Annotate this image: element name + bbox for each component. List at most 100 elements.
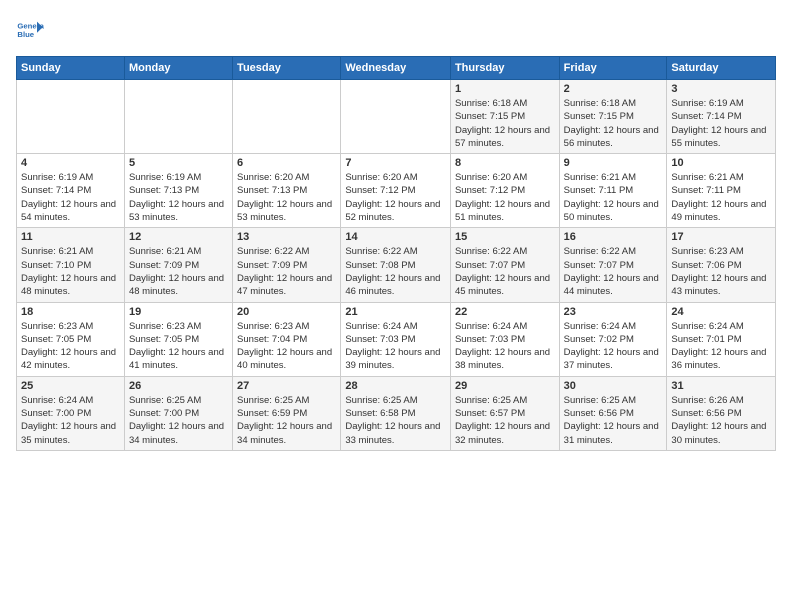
day-number: 4 (21, 157, 120, 169)
calendar-cell: 24 Sunrise: 6:24 AM Sunset: 7:01 PM Dayli… (667, 302, 776, 376)
calendar-cell: 29 Sunrise: 6:25 AM Sunset: 6:57 PM Dayli… (450, 376, 559, 450)
calendar-cell: 8Sunrise: 6:20 AM Sunset: 7:12 PM Daylig… (450, 154, 559, 228)
day-number: 30 (564, 380, 663, 392)
calendar-cell: 3Sunrise: 6:19 AM Sunset: 7:14 PM Daylig… (667, 80, 776, 154)
day-number: 17 (671, 231, 771, 243)
calendar-cell: 18 Sunrise: 6:23 AM Sunset: 7:05 PM Dayli… (17, 302, 125, 376)
day-number: 19 (129, 306, 228, 318)
calendar-cell: 27 Sunrise: 6:25 AM Sunset: 6:59 PM Dayli… (233, 376, 341, 450)
day-info: Sunrise: 6:20 AM Sunset: 7:12 PM Dayligh… (345, 171, 446, 224)
day-number: 2 (564, 83, 663, 95)
calendar-cell: 13 Sunrise: 6:22 AM Sunset: 7:09 PM Dayli… (233, 228, 341, 302)
day-info: Sunrise: 6:21 AM Sunset: 7:11 PM Dayligh… (671, 171, 771, 224)
day-number: 24 (671, 306, 771, 318)
calendar-cell (233, 80, 341, 154)
day-number: 9 (564, 157, 663, 169)
day-info: Sunrise: 6:24 AM Sunset: 7:03 PM Dayligh… (345, 320, 446, 373)
calendar-cell: 28 Sunrise: 6:25 AM Sunset: 6:58 PM Dayli… (341, 376, 451, 450)
day-number: 12 (129, 231, 228, 243)
calendar-cell (341, 80, 451, 154)
day-info: Sunrise: 6:25 AM Sunset: 6:59 PM Dayligh… (237, 394, 336, 447)
weekday-header-thursday: Thursday (450, 57, 559, 80)
day-number: 18 (21, 306, 120, 318)
calendar-cell: 15 Sunrise: 6:22 AM Sunset: 7:07 PM Dayli… (450, 228, 559, 302)
weekday-header-saturday: Saturday (667, 57, 776, 80)
day-info: Sunrise: 6:23 AM Sunset: 7:05 PM Dayligh… (129, 320, 228, 373)
calendar-cell: 17 Sunrise: 6:23 AM Sunset: 7:06 PM Dayli… (667, 228, 776, 302)
calendar-week-4: 18 Sunrise: 6:23 AM Sunset: 7:05 PM Dayli… (17, 302, 776, 376)
day-info: Sunrise: 6:23 AM Sunset: 7:06 PM Dayligh… (671, 245, 771, 298)
day-number: 21 (345, 306, 446, 318)
day-info: Sunrise: 6:24 AM Sunset: 7:01 PM Dayligh… (671, 320, 771, 373)
day-number: 31 (671, 380, 771, 392)
calendar-cell: 30 Sunrise: 6:25 AM Sunset: 6:56 PM Dayli… (559, 376, 667, 450)
day-info: Sunrise: 6:25 AM Sunset: 7:00 PM Dayligh… (129, 394, 228, 447)
day-info: Sunrise: 6:26 AM Sunset: 6:56 PM Dayligh… (671, 394, 771, 447)
day-info: Sunrise: 6:25 AM Sunset: 6:57 PM Dayligh… (455, 394, 555, 447)
calendar-week-5: 25Sunrise: 6:24 AM Sunset: 7:00 PM Dayli… (17, 376, 776, 450)
calendar-week-2: 4Sunrise: 6:19 AM Sunset: 7:14 PM Daylig… (17, 154, 776, 228)
day-number: 8 (455, 157, 555, 169)
calendar-cell: 6Sunrise: 6:20 AM Sunset: 7:13 PM Daylig… (233, 154, 341, 228)
day-number: 20 (237, 306, 336, 318)
calendar-cell: 11 Sunrise: 6:21 AM Sunset: 7:10 PM Dayli… (17, 228, 125, 302)
calendar-cell: 4Sunrise: 6:19 AM Sunset: 7:14 PM Daylig… (17, 154, 125, 228)
day-info: Sunrise: 6:21 AM Sunset: 7:09 PM Dayligh… (129, 245, 228, 298)
calendar-cell: 26 Sunrise: 6:25 AM Sunset: 7:00 PM Dayli… (124, 376, 232, 450)
calendar-cell: 16 Sunrise: 6:22 AM Sunset: 7:07 PM Dayli… (559, 228, 667, 302)
calendar-cell: 12 Sunrise: 6:21 AM Sunset: 7:09 PM Dayli… (124, 228, 232, 302)
day-number: 26 (129, 380, 228, 392)
day-number: 11 (21, 231, 120, 243)
calendar-cell: 20 Sunrise: 6:23 AM Sunset: 7:04 PM Dayli… (233, 302, 341, 376)
day-info: Sunrise: 6:22 AM Sunset: 7:07 PM Dayligh… (455, 245, 555, 298)
svg-text:Blue: Blue (17, 30, 34, 39)
day-info: Sunrise: 6:25 AM Sunset: 6:58 PM Dayligh… (345, 394, 446, 447)
calendar-cell: 9 Sunrise: 6:21 AM Sunset: 7:11 PM Daylig… (559, 154, 667, 228)
calendar-cell: 14 Sunrise: 6:22 AM Sunset: 7:08 PM Dayli… (341, 228, 451, 302)
day-number: 27 (237, 380, 336, 392)
day-number: 10 (671, 157, 771, 169)
calendar-cell: 2 Sunrise: 6:18 AM Sunset: 7:15 PM Daylig… (559, 80, 667, 154)
weekday-header-friday: Friday (559, 57, 667, 80)
day-number: 14 (345, 231, 446, 243)
day-info: Sunrise: 6:23 AM Sunset: 7:04 PM Dayligh… (237, 320, 336, 373)
logo: General Blue (16, 16, 48, 44)
calendar-cell (17, 80, 125, 154)
day-info: Sunrise: 6:22 AM Sunset: 7:09 PM Dayligh… (237, 245, 336, 298)
day-number: 15 (455, 231, 555, 243)
calendar-cell: 31 Sunrise: 6:26 AM Sunset: 6:56 PM Dayli… (667, 376, 776, 450)
day-info: Sunrise: 6:22 AM Sunset: 7:07 PM Dayligh… (564, 245, 663, 298)
day-info: Sunrise: 6:24 AM Sunset: 7:03 PM Dayligh… (455, 320, 555, 373)
calendar-cell: 10 Sunrise: 6:21 AM Sunset: 7:11 PM Dayli… (667, 154, 776, 228)
calendar-cell: 5Sunrise: 6:19 AM Sunset: 7:13 PM Daylig… (124, 154, 232, 228)
day-number: 25 (21, 380, 120, 392)
day-info: Sunrise: 6:21 AM Sunset: 7:10 PM Dayligh… (21, 245, 120, 298)
day-info: Sunrise: 6:25 AM Sunset: 6:56 PM Dayligh… (564, 394, 663, 447)
calendar-table: SundayMondayTuesdayWednesdayThursdayFrid… (16, 56, 776, 451)
weekday-header-tuesday: Tuesday (233, 57, 341, 80)
day-info: Sunrise: 6:21 AM Sunset: 7:11 PM Dayligh… (564, 171, 663, 224)
day-info: Sunrise: 6:18 AM Sunset: 7:15 PM Dayligh… (564, 97, 663, 150)
calendar-cell: 1 Sunrise: 6:18 AM Sunset: 7:15 PM Daylig… (450, 80, 559, 154)
calendar-cell: 22Sunrise: 6:24 AM Sunset: 7:03 PM Dayli… (450, 302, 559, 376)
day-number: 16 (564, 231, 663, 243)
day-number: 13 (237, 231, 336, 243)
day-info: Sunrise: 6:19 AM Sunset: 7:14 PM Dayligh… (671, 97, 771, 150)
weekday-header-monday: Monday (124, 57, 232, 80)
weekday-header-sunday: Sunday (17, 57, 125, 80)
day-info: Sunrise: 6:22 AM Sunset: 7:08 PM Dayligh… (345, 245, 446, 298)
day-number: 28 (345, 380, 446, 392)
day-info: Sunrise: 6:20 AM Sunset: 7:13 PM Dayligh… (237, 171, 336, 224)
calendar-cell: 23Sunrise: 6:24 AM Sunset: 7:02 PM Dayli… (559, 302, 667, 376)
day-number: 29 (455, 380, 555, 392)
calendar-cell: 7Sunrise: 6:20 AM Sunset: 7:12 PM Daylig… (341, 154, 451, 228)
day-info: Sunrise: 6:18 AM Sunset: 7:15 PM Dayligh… (455, 97, 555, 150)
calendar-cell: 25Sunrise: 6:24 AM Sunset: 7:00 PM Dayli… (17, 376, 125, 450)
calendar-week-1: 1 Sunrise: 6:18 AM Sunset: 7:15 PM Daylig… (17, 80, 776, 154)
day-number: 5 (129, 157, 228, 169)
calendar-week-3: 11 Sunrise: 6:21 AM Sunset: 7:10 PM Dayli… (17, 228, 776, 302)
day-info: Sunrise: 6:23 AM Sunset: 7:05 PM Dayligh… (21, 320, 120, 373)
day-number: 1 (455, 83, 555, 95)
day-number: 23 (564, 306, 663, 318)
calendar-cell: 21 Sunrise: 6:24 AM Sunset: 7:03 PM Dayli… (341, 302, 451, 376)
